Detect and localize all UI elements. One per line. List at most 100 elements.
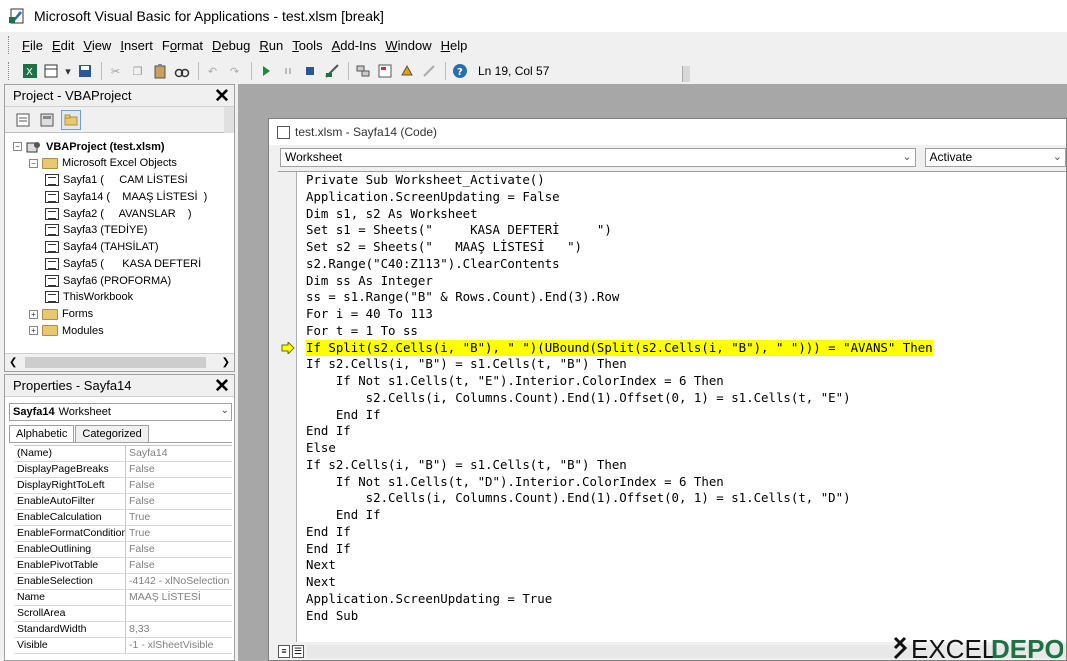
code-line[interactable]: If Not s1.Cells(t, "E").Interior.ColorIn…: [306, 373, 933, 390]
dropdown-arrow-icon[interactable]: ▾: [64, 62, 72, 81]
code-line[interactable]: If s2.Cells(i, "B") = s1.Cells(t, "B") T…: [306, 356, 933, 373]
property-value[interactable]: MAAŞ LİSTESİ: [126, 590, 232, 605]
property-row[interactable]: EnableCalculation True: [14, 510, 232, 526]
reset-icon[interactable]: [300, 62, 319, 81]
code-line[interactable]: End If: [306, 423, 933, 440]
tree-item[interactable]: Sayfa14 ( MAAŞ LİSTESİ ): [45, 188, 207, 205]
code-line[interactable]: End If: [306, 407, 933, 424]
toolbar-grip[interactable]: [8, 62, 12, 80]
menu-run[interactable]: Run: [257, 38, 290, 53]
property-row[interactable]: (Name) Sayfa14: [14, 446, 232, 462]
property-row[interactable]: Name MAAŞ LİSTESİ: [14, 590, 232, 606]
scroll-right-icon[interactable]: ❯: [222, 357, 230, 368]
code-line[interactable]: ss = s1.Range("B" & Rows.Count).End(3).R…: [306, 289, 933, 306]
expand-icon[interactable]: +: [29, 309, 38, 319]
tree-item[interactable]: ThisWorkbook: [45, 289, 133, 306]
close-icon[interactable]: ✕: [213, 377, 231, 396]
toolbox-icon[interactable]: [419, 62, 438, 81]
object-selector[interactable]: Sayfa14 Worksheet ⌄: [9, 403, 232, 421]
code-line[interactable]: End Sub: [306, 608, 933, 625]
procedure-combo[interactable]: Activate ⌄: [924, 147, 1066, 167]
redo-icon[interactable]: ↷: [225, 62, 244, 81]
property-row[interactable]: EnableFormatConditions True: [14, 526, 232, 542]
property-row[interactable]: Visible -1 - xlSheetVisible: [14, 638, 232, 654]
tree-item[interactable]: Sayfa2 ( AVANSLAR ): [45, 205, 192, 222]
tree-folder-forms[interactable]: + Forms: [29, 306, 93, 323]
tree-item[interactable]: Sayfa4 (TAHSİLAT): [45, 239, 159, 256]
menu-grip[interactable]: [8, 36, 12, 54]
project-hscrollbar[interactable]: ❮ ❯: [5, 353, 234, 371]
current-execution-line[interactable]: If Split(s2.Cells(i, "B"), " ")(UBound(S…: [306, 339, 933, 357]
menu-view[interactable]: View: [81, 38, 118, 53]
property-row[interactable]: EnableSelection -4142 - xlNoSelection: [14, 574, 232, 590]
property-value[interactable]: True: [126, 510, 232, 525]
code-editor[interactable]: Private Sub Worksheet_Activate() Applicat…: [278, 171, 1066, 643]
code-line[interactable]: Dim s1, s2 As Worksheet: [306, 206, 933, 223]
object-combo[interactable]: Worksheet ⌄: [280, 147, 916, 167]
object-browser-icon[interactable]: [397, 62, 416, 81]
menu-insert[interactable]: Insert: [118, 38, 160, 53]
property-value[interactable]: -1 - xlSheetVisible: [126, 638, 232, 653]
code-line[interactable]: Private Sub Worksheet_Activate(): [306, 172, 933, 189]
menu-file[interactable]: File: [20, 38, 50, 53]
tab-categorized[interactable]: Categorized: [75, 425, 149, 442]
expand-icon[interactable]: +: [29, 326, 38, 336]
menu-addins[interactable]: Add-Ins: [330, 38, 384, 53]
code-line[interactable]: Dim ss As Integer: [306, 273, 933, 290]
run-icon[interactable]: [256, 62, 275, 81]
menu-window[interactable]: Window: [383, 38, 438, 53]
break-icon[interactable]: [278, 62, 297, 81]
project-explorer-icon[interactable]: [353, 62, 372, 81]
property-row[interactable]: EnablePivotTable False: [14, 558, 232, 574]
property-value[interactable]: False: [126, 542, 232, 557]
paste-icon[interactable]: [150, 62, 169, 81]
property-row[interactable]: DisplayPageBreaks False: [14, 462, 232, 478]
tree-item[interactable]: Sayfa1 ( CAM LİSTESİ: [45, 172, 188, 189]
code-line[interactable]: For i = 40 To 113: [306, 306, 933, 323]
code-line[interactable]: Set s2 = Sheets(" MAAŞ LİSTESİ "): [306, 239, 933, 256]
property-row[interactable]: StandardWidth 8,33: [14, 622, 232, 638]
scroll-thumb[interactable]: [25, 357, 206, 368]
code-line[interactable]: If Not s1.Cells(t, "D").Interior.ColorIn…: [306, 474, 933, 491]
code-line[interactable]: Else: [306, 440, 933, 457]
excel-icon[interactable]: X: [20, 62, 39, 81]
tree-root[interactable]: − VBAProject (test.xlsm): [13, 138, 165, 155]
property-value[interactable]: [126, 606, 232, 621]
collapse-icon[interactable]: −: [13, 142, 22, 151]
undo-icon[interactable]: ↶: [203, 62, 222, 81]
chevron-down-icon[interactable]: ⌄: [1053, 149, 1062, 166]
scroll-left-icon[interactable]: ❮: [9, 357, 17, 368]
property-row[interactable]: EnableOutlining False: [14, 542, 232, 558]
tree-item[interactable]: Sayfa5 ( KASA DEFTERİ: [45, 255, 201, 272]
property-row[interactable]: EnableAutoFilter False: [14, 494, 232, 510]
project-toolbar-scroll[interactable]: [224, 107, 234, 133]
view-code-icon[interactable]: [13, 110, 33, 130]
code-line[interactable]: Application.ScreenUpdating = False: [306, 189, 933, 206]
menu-help[interactable]: Help: [439, 38, 475, 53]
code-line[interactable]: For t = 1 To ss: [306, 323, 933, 340]
property-value[interactable]: False: [126, 494, 232, 509]
full-module-view-icon[interactable]: ☰: [292, 644, 304, 658]
property-value[interactable]: False: [126, 558, 232, 573]
close-icon[interactable]: ✕: [213, 87, 231, 106]
menu-edit[interactable]: Edit: [50, 38, 81, 53]
copy-icon[interactable]: ❐: [128, 62, 147, 81]
tab-alphabetic[interactable]: Alphabetic: [9, 425, 75, 442]
code-line[interactable]: Application.ScreenUpdating = True: [306, 591, 933, 608]
breakpoint-margin[interactable]: [278, 172, 297, 643]
property-row[interactable]: DisplayRightToLeft False: [14, 478, 232, 494]
code-line[interactable]: End If: [306, 524, 933, 541]
chevron-down-icon[interactable]: ⌄: [221, 405, 229, 416]
code-line[interactable]: s2.Range("C40:Z113").ClearContents: [306, 256, 933, 273]
property-row[interactable]: ScrollArea: [14, 606, 232, 622]
view-object-icon[interactable]: [37, 110, 57, 130]
find-icon[interactable]: [172, 62, 191, 81]
property-value[interactable]: True: [126, 526, 232, 541]
toggle-folders-icon[interactable]: [61, 109, 81, 130]
code-line[interactable]: If s2.Cells(i, "B") = s1.Cells(t, "B") T…: [306, 457, 933, 474]
code-line[interactable]: s2.Cells(i, Columns.Count).End(1).Offset…: [306, 490, 933, 507]
procedure-view-icon[interactable]: ≡: [278, 644, 290, 658]
collapse-icon[interactable]: −: [29, 158, 38, 168]
code-line[interactable]: End If: [306, 507, 933, 524]
code-line[interactable]: s2.Cells(i, Columns.Count).End(1).Offset…: [306, 390, 933, 407]
